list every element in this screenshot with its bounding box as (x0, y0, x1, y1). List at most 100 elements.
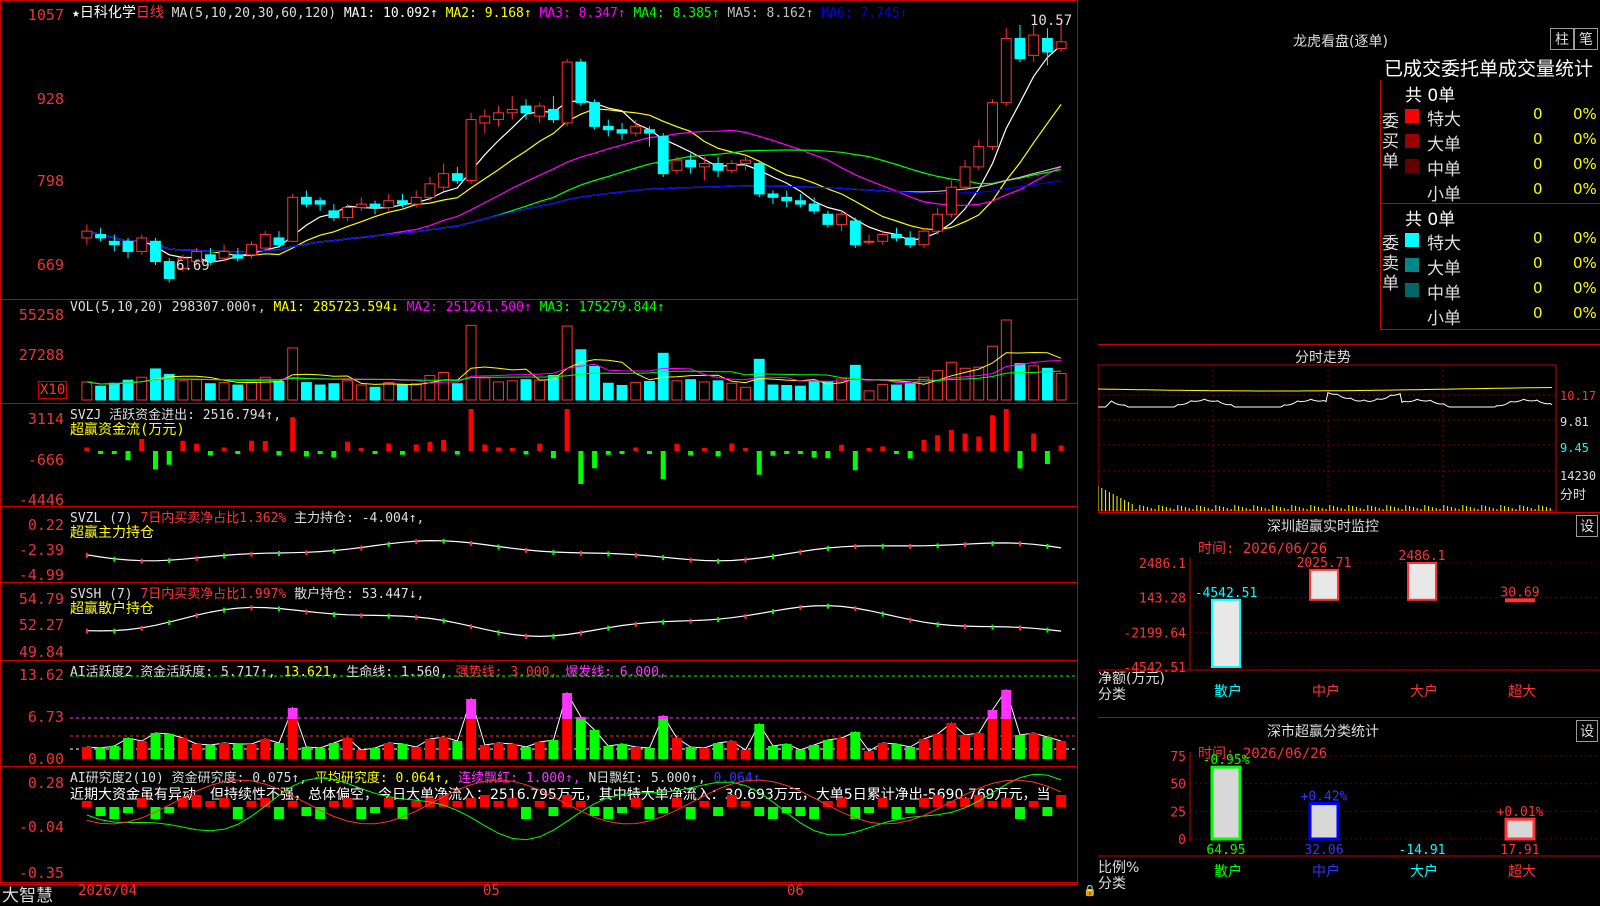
candle-body (259, 234, 271, 249)
candle-body (300, 196, 312, 205)
flow-bar (715, 451, 721, 457)
volume-bar (891, 384, 902, 401)
price-ytick-2: 928 (36, 90, 64, 108)
ai-bar (123, 738, 133, 759)
research-bar (1015, 807, 1025, 819)
flow-bar (660, 451, 666, 480)
date-label-3: 06 (787, 883, 804, 899)
color-swatch (1405, 184, 1419, 198)
candle-body (397, 200, 408, 205)
research-bar (768, 807, 778, 819)
flow-bar (893, 451, 899, 454)
tab-tick[interactable]: 笔 (1574, 28, 1598, 50)
volume-bar (273, 380, 285, 401)
color-swatch (1405, 109, 1419, 123)
row-name: 特大 (1427, 110, 1461, 130)
ai-bar (246, 744, 257, 759)
ai-bar (740, 750, 751, 759)
research-bar (671, 798, 682, 807)
flow-bar (880, 446, 886, 451)
ai-bar (438, 737, 449, 759)
candle-body (589, 102, 601, 127)
flow-bar (1003, 409, 1009, 451)
flow-bar (413, 444, 419, 451)
flow-bar (399, 451, 405, 455)
buy-rows-row: 中单 0 0% (1405, 155, 1600, 180)
ai-bar (328, 743, 339, 759)
svzl-ytick-3: -4.99 (18, 566, 64, 584)
cls-change-label: -0.95% (1203, 753, 1250, 768)
volume-bar (781, 385, 793, 401)
sz-class-panel[interactable]: 深市超赢分类统计 设 时间: 2026/06/26 75 50 25 0 -0.95% 6… (1098, 717, 1600, 900)
research-bar (164, 807, 175, 813)
volume-panel[interactable]: VOL(5,10,20) 298307.000↑, MA1: 285723.59… (0, 300, 1078, 404)
buy-rows-row: 小单 0 0% (1405, 180, 1600, 205)
fenshi-ytick-4: 14230 (1560, 469, 1597, 483)
ai-bar (356, 750, 367, 759)
color-swatch (1405, 258, 1419, 272)
ai-research-panel[interactable]: AI研究度2(10) 资金研究度: 0.075↑, 平均研究度: 0.064↑,… (0, 767, 1078, 885)
price-ytick-4: 669 (36, 256, 64, 274)
svzl-panel[interactable]: SVZL (7) 7日内买卖净占比1.362% 主力持仓: -4.004↑, 超… (0, 507, 1078, 583)
flow-bar (180, 440, 186, 451)
ai-bar (507, 744, 518, 759)
flow-bar (125, 451, 131, 461)
ai-bar (960, 735, 971, 759)
candle-body (424, 183, 436, 198)
price-panel[interactable]: ★日科化学日线 MA(5,10,20,30,60,120) MA1: 10.09… (0, 0, 1078, 300)
row-name: 大单 (1427, 259, 1461, 279)
research-bar (95, 807, 106, 816)
research-bar (246, 801, 257, 807)
candle-body (1041, 37, 1053, 53)
volume-bar (698, 381, 710, 401)
candle-body (410, 196, 422, 205)
fenshi-frame (1098, 364, 1557, 512)
ai-bar (809, 745, 820, 759)
sz-monitor-panel[interactable]: 深圳超赢实时监控 设 时间: 2026/06/26 2486.1 143.28 -2… (1098, 512, 1600, 717)
row-pct: 0% (1573, 155, 1597, 173)
color-swatch (1405, 233, 1419, 247)
price-ytick-3: 798 (36, 172, 64, 190)
candle-body (520, 105, 532, 114)
flow-bar (303, 451, 309, 457)
volume-bar (863, 390, 875, 401)
volume-bar (204, 383, 216, 401)
ma-line-4 (86, 149, 1062, 253)
ai-bar (589, 730, 600, 759)
ai-burst-bar (287, 708, 298, 719)
time-axis[interactable]: 大智慧 2026/04 05 06 🔒 (0, 882, 1097, 906)
row-pct: 0% (1573, 229, 1597, 247)
ai-bar (479, 745, 490, 759)
ai-bar (177, 738, 188, 759)
flow-bar (454, 451, 460, 455)
research-bar (1001, 798, 1012, 807)
svzj-panel[interactable]: SVZJ 活跃资金进出: 2516.794↑, 超赢资金流(万元) (0, 404, 1078, 507)
volume-bar (328, 383, 340, 401)
flow-bar (688, 451, 694, 456)
research-bar (274, 807, 284, 819)
candle-body (287, 196, 299, 242)
svsh-panel[interactable]: SVSH (7) 7日内买卖净占比1.997% 散户持仓: 53.447↓, 超… (0, 583, 1078, 661)
tab-bar-chart[interactable]: 柱 (1550, 28, 1574, 50)
lock-icon[interactable]: 🔒 (1083, 884, 1097, 897)
cls-value-label: 17.91 (1500, 843, 1539, 858)
research-bar (1028, 801, 1039, 807)
ai-active-panel[interactable]: AI活跃度2 资金活跃度: 5.717↑, 13.621, 生命线: 1.560… (0, 661, 1078, 767)
research-bar (479, 795, 490, 807)
svsh-chart-svg (85, 603, 1062, 639)
ai-bar (973, 733, 984, 759)
flow-bar (372, 451, 378, 454)
ai-research-chart-svg (81, 773, 1067, 841)
research-bar (411, 801, 422, 807)
volume-bar (932, 370, 944, 401)
price-ytick-1: 1057 (27, 6, 64, 24)
row-pct: 0% (1573, 105, 1597, 123)
flow-bar (962, 433, 968, 451)
candle-body (493, 112, 504, 121)
ai-bar (342, 738, 353, 759)
fenshi-panel[interactable]: 分时走势 10.17 9.81 9.45 14230 分时 (1098, 344, 1600, 512)
candle-body (314, 200, 326, 205)
flow-bar (1044, 451, 1050, 464)
volume-bar (685, 379, 697, 401)
flow-bar (496, 447, 502, 451)
